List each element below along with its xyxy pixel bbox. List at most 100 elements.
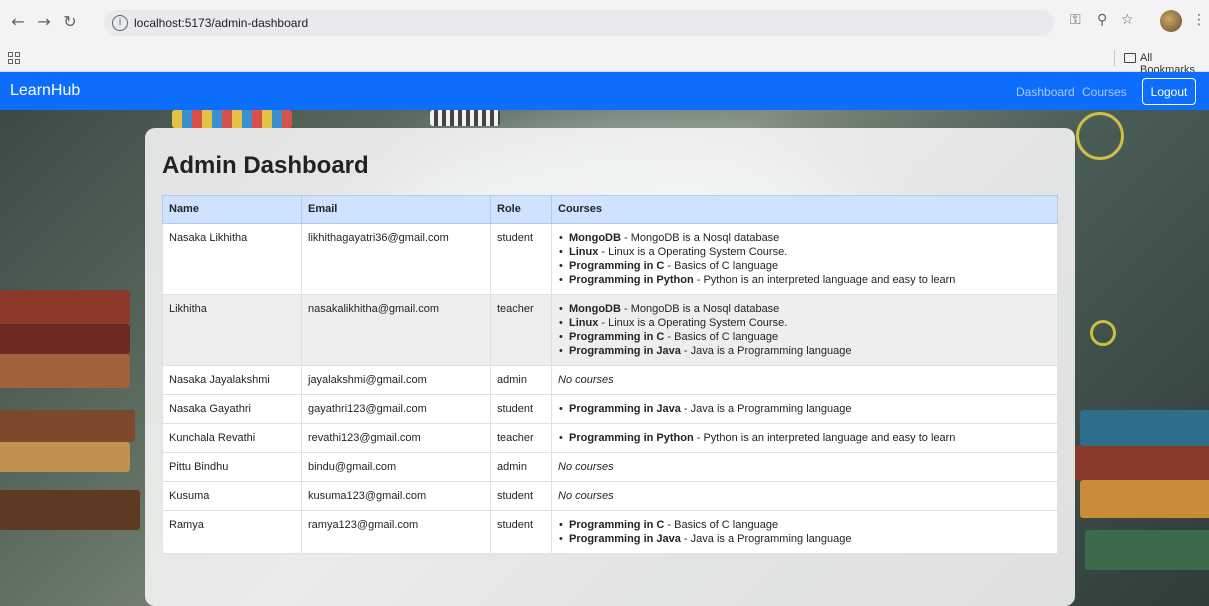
course-item: Programming in Python - Python is an int…	[558, 431, 1051, 445]
course-item: MongoDB - MongoDB is a Nosql database	[558, 231, 1051, 245]
browser-toolbar: ← → ↻ i localhost:5173/admin-dashboard ⚿…	[0, 0, 1209, 44]
book-shape	[430, 110, 500, 126]
nav-link-dashboard[interactable]: Dashboard	[1016, 85, 1075, 99]
cell-name: Nasaka Jayalakshmi	[162, 365, 302, 395]
table-body: Nasaka Likhitha likhithagayatri36@gmail.c…	[162, 223, 1058, 554]
bookmarks-bar: All Bookmarks	[0, 44, 1209, 76]
book-shape	[1075, 446, 1209, 480]
course-title: Programming in C	[569, 260, 665, 272]
course-item: Programming in C - Basics of C language	[558, 259, 1051, 273]
courses-list: MongoDB - MongoDB is a Nosql databaseLin…	[558, 302, 1051, 358]
table-row: Nasaka Jayalakshmi jayalakshmi@gmail.com a…	[162, 365, 1058, 395]
cell-role: student	[490, 510, 552, 554]
logout-button[interactable]: Logout	[1142, 78, 1196, 105]
header-name: Name	[162, 195, 302, 224]
course-description: Python is an interpreted language and ea…	[703, 274, 956, 286]
cell-email: jayalakshmi@gmail.com	[301, 365, 491, 395]
reload-icon[interactable]: ↻	[60, 12, 80, 32]
header-email: Email	[301, 195, 491, 224]
no-courses-text: No courses	[558, 490, 614, 502]
users-table: Name Email Role Courses Nasaka Likhitha l…	[162, 195, 1058, 554]
course-item: Linux - Linux is a Operating System Cour…	[558, 245, 1051, 259]
course-description: Java is a Programming language	[690, 403, 852, 415]
cell-role: teacher	[490, 423, 552, 453]
course-description: MongoDB is a Nosql database	[630, 232, 780, 244]
table-header-row: Name Email Role Courses	[162, 195, 1058, 224]
cell-name: Nasaka Likhitha	[162, 223, 302, 295]
table-row: Pittu Bindhu bindu@gmail.com admin No cours…	[162, 452, 1058, 482]
cell-email: ramya123@gmail.com	[301, 510, 491, 554]
admin-card: Admin Dashboard Name Email Role Courses …	[145, 128, 1075, 606]
courses-list: Programming in Java - Java is a Programm…	[558, 402, 1051, 416]
course-description: Basics of C language	[674, 519, 779, 531]
course-item: Programming in Python - Python is an int…	[558, 273, 1051, 287]
forward-icon[interactable]: →	[34, 12, 54, 32]
brand-link[interactable]: LearnHub	[10, 82, 80, 100]
site-info-icon[interactable]: i	[112, 15, 128, 31]
cell-name: Kunchala Revathi	[162, 423, 302, 453]
course-description: Python is an interpreted language and ea…	[703, 432, 956, 444]
header-courses: Courses	[551, 195, 1058, 224]
more-menu-icon[interactable]: ⋮	[1192, 12, 1206, 28]
book-shape	[1080, 410, 1209, 446]
courses-list: MongoDB - MongoDB is a Nosql databaseLin…	[558, 231, 1051, 287]
page-title: Admin Dashboard	[162, 152, 369, 179]
cell-email: gayathri123@gmail.com	[301, 394, 491, 424]
cell-role: teacher	[490, 294, 552, 366]
course-title: Linux	[569, 246, 599, 258]
course-item: Programming in Java - Java is a Programm…	[558, 402, 1051, 416]
course-item: Programming in Java - Java is a Programm…	[558, 344, 1051, 358]
table-row: Nasaka Gayathri gayathri123@gmail.com stud…	[162, 394, 1058, 424]
cell-courses: No courses	[551, 452, 1058, 482]
no-courses-text: No courses	[558, 461, 614, 473]
book-shape	[0, 442, 130, 472]
course-title: Programming in Python	[569, 274, 694, 286]
bookmark-star-icon[interactable]: ☆	[1121, 12, 1134, 28]
course-item: Programming in C - Basics of C language	[558, 330, 1051, 344]
table-row: Nasaka Likhitha likhithagayatri36@gmail.c…	[162, 223, 1058, 295]
course-description: Linux is a Operating System Course.	[608, 246, 788, 258]
app-navbar: LearnHub Dashboard Courses Logout	[0, 72, 1209, 110]
course-item: MongoDB - MongoDB is a Nosql database	[558, 302, 1051, 316]
course-title: Programming in Python	[569, 432, 694, 444]
course-title: Programming in Java	[569, 533, 681, 545]
cell-courses: MongoDB - MongoDB is a Nosql databaseLin…	[551, 294, 1058, 366]
course-description: Linux is a Operating System Course.	[608, 317, 788, 329]
course-description: Basics of C language	[674, 260, 779, 272]
address-bar[interactable]: i localhost:5173/admin-dashboard	[104, 10, 1054, 36]
chalk-doodle	[1090, 320, 1116, 346]
book-shape	[1080, 480, 1209, 518]
cell-email: likhithagayatri36@gmail.com	[301, 223, 491, 295]
cell-email: bindu@gmail.com	[301, 452, 491, 482]
cell-name: Pittu Bindhu	[162, 452, 302, 482]
table-row: Likhithanasakalikhitha@gmail.comteacherM…	[162, 294, 1058, 366]
book-shape	[0, 324, 130, 354]
password-key-icon[interactable]: ⚿	[1070, 12, 1081, 28]
clock-doodle	[1076, 112, 1124, 160]
table-row: Kunchala Revathi revathi123@gmail.com teac…	[162, 423, 1058, 453]
cell-email: revathi123@gmail.com	[301, 423, 491, 453]
course-item: Programming in C - Basics of C language	[558, 518, 1051, 532]
apps-icon[interactable]	[8, 52, 20, 64]
courses-list: Programming in Python - Python is an int…	[558, 431, 1051, 445]
course-description: MongoDB is a Nosql database	[630, 303, 780, 315]
course-title: Programming in Java	[569, 403, 681, 415]
book-shape	[0, 290, 130, 324]
book-shape	[0, 490, 140, 530]
cell-courses: Programming in Java - Java is a Programm…	[551, 394, 1058, 424]
book-shape	[172, 110, 292, 128]
no-courses-text: No courses	[558, 374, 614, 386]
back-icon[interactable]: ←	[8, 12, 28, 32]
cell-name: Kusuma	[162, 481, 302, 511]
nav-link-courses[interactable]: Courses	[1082, 85, 1127, 99]
zoom-icon[interactable]: ⚲	[1097, 12, 1107, 28]
cell-courses: No courses	[551, 365, 1058, 395]
course-title: MongoDB	[569, 303, 621, 315]
cell-email: kusuma123@gmail.com	[301, 481, 491, 511]
cell-courses: Programming in Python - Python is an int…	[551, 423, 1058, 453]
folder-icon[interactable]	[1124, 53, 1136, 63]
cell-courses: Programming in C - Basics of C languageP…	[551, 510, 1058, 554]
address-url[interactable]: localhost:5173/admin-dashboard	[134, 16, 308, 30]
book-shape	[1085, 530, 1209, 570]
profile-avatar[interactable]	[1160, 10, 1182, 32]
